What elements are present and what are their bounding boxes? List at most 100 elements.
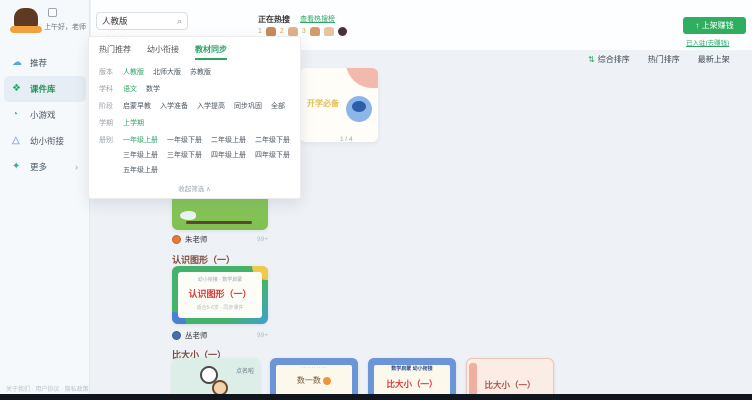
search-icon[interactable]: ⌕ [177,16,182,27]
tab-transition[interactable]: 幼小衔接 [147,44,179,60]
hot-search-label: 正在热搜 [258,14,290,25]
like-count: 99+ [257,236,268,243]
filter-option[interactable]: 苏教版 [190,68,211,78]
filter-option[interactable]: 人教版 [123,68,144,78]
sidebar-item-courseware[interactable]: ❖ 课件库 [4,76,86,102]
sparkle-icon: ✦ [12,162,23,172]
creator-join-link[interactable]: 已入驻(去赚钱) [686,37,729,47]
rank-number: 3 [302,28,306,35]
filter-row-stage: 阶段 启蒙早教 入学准备 入学提高 同步巩固 全部 [99,102,290,112]
filter-option[interactable]: 二年级下册 [255,136,290,146]
filter-row-subject: 学科 语文 数学 [99,85,290,95]
courseware-card-shapes[interactable]: 幼小衔接 · 数学启蒙 认识图形（一） 适合5-6岁 · 同步课件 [172,266,268,324]
search-box[interactable]: ⌕ [96,12,188,30]
filter-row-term: 学期 上学期 [99,119,290,129]
banner-text: 开学必备 [307,98,339,109]
filter-option[interactable]: 四年级上册 [211,151,246,161]
card-label: 点名啦 [236,366,254,375]
filter-option[interactable]: 上学期 [123,119,144,129]
sidebar-nav: ☁ 推荐 ❖ 课件库 ◔ 小游戏 △ 幼小衔接 ✦ 更多 › [4,50,86,180]
sort-newest[interactable]: 最新上架 [698,54,730,65]
card-caption: 丛老师 99+ [172,330,268,341]
filter-label: 册别 [99,136,123,176]
rank-number: 1 [258,28,262,35]
author-avatar[interactable] [172,331,181,340]
filter-label: 学期 [99,119,123,129]
clock-icon: ◔ [12,110,23,120]
filter-row-volume: 册别 一年级上册 一年级下册 二年级上册 二年级下册 三年级上册 三年级下册 四… [99,136,290,176]
filter-option[interactable]: 北师大版 [153,68,181,78]
greeting-text: 上午好，老师 [44,22,86,32]
section-title-shapes: 认识图形（一） [172,253,235,266]
bear-icon [323,377,331,385]
filter-option[interactable]: 启蒙早教 [123,102,151,112]
sidebar-item-label: 课件库 [30,83,56,95]
sidebar: 上午好，老师 ☁ 推荐 ❖ 课件库 ◔ 小游戏 △ 幼小衔接 ✦ 更多 › 关于… [0,0,90,400]
promo-banner[interactable]: 开学必备 [300,68,378,142]
filter-option[interactable]: 语文 [123,85,137,95]
filter-option[interactable]: 三年级下册 [167,151,202,161]
banner-pagination: 1 / 4 [340,136,353,143]
filter-option[interactable]: 入学准备 [160,102,188,112]
banner-decor-pink [346,68,378,88]
sort-label: 综合排序 [598,54,630,65]
bottom-edge-bar [0,394,752,400]
card-main-title: 认识图形（一） [178,287,262,300]
cloud-icon: ☁ [12,58,23,68]
triangle-icon: △ [12,136,23,146]
book-icon: ❖ [12,84,23,94]
filter-dropdown-panel: 热门推荐 幼小衔接 教材同步 版本 人教版 北师大版 苏教版 学科 语文 数学 … [88,36,301,199]
card-main-title: 比大小（一） [374,378,450,390]
hot-search-rank-row[interactable]: 1 2 3 [258,27,347,36]
filter-option[interactable]: 一年级上册 [123,136,158,146]
hot-item-thumb-icon[interactable] [266,27,276,36]
author-avatar[interactable] [172,235,181,244]
hot-item-thumb-icon[interactable] [324,27,334,36]
chevron-right-icon: › [75,162,78,172]
sidebar-footer-links[interactable]: 关于我们 · 用户协议 · 隐私政策 [6,384,89,393]
goose-illustration [180,211,196,220]
sort-bar: ⇅ 综合排序 热门排序 最新上架 [588,54,730,65]
search-input[interactable] [102,16,172,26]
card-sub-text: 适合5-6岁 · 同步课件 [178,304,262,311]
sidebar-item-recommend[interactable]: ☁ 推荐 [4,50,86,76]
tab-textbook-sync[interactable]: 教材同步 [195,44,227,60]
notice-icon[interactable] [48,8,57,17]
filter-label: 学科 [99,85,123,95]
author-name[interactable]: 朱老师 [185,234,208,245]
filter-option[interactable]: 同步巩固 [234,102,262,112]
hot-search-link[interactable]: 查看热搜榜 [300,14,335,24]
app-logo-icon [10,8,44,34]
sidebar-item-label: 小游戏 [30,109,56,121]
sort-comprehensive[interactable]: ⇅ 综合排序 [588,54,630,65]
upload-courseware-button[interactable]: ↑ 上架赚钱 [683,17,746,34]
sidebar-item-transition[interactable]: △ 幼小衔接 [4,128,86,154]
hot-item-thumb-icon[interactable] [288,27,298,36]
card-main-title: 比大小（一） [467,379,553,391]
author-name[interactable]: 丛老师 [185,330,208,341]
filter-option[interactable]: 全部 [271,102,285,112]
filter-option[interactable]: 二年级上册 [211,136,246,146]
sort-icon: ⇅ [588,55,595,64]
filter-option[interactable]: 入学提高 [197,102,225,112]
hot-item-thumb-icon[interactable] [338,27,347,36]
sort-label: 热门排序 [648,54,680,65]
tab-hot[interactable]: 热门推荐 [99,44,131,60]
collapse-filter-button[interactable]: 收起筛选 ∧ [99,183,290,193]
card-dots-text: ·········· [276,365,352,370]
sort-hot[interactable]: 热门排序 [648,54,680,65]
card-main-title: 数一数 [276,375,352,386]
filter-option[interactable]: 三年级上册 [123,151,158,161]
filter-option[interactable]: 数学 [146,85,160,95]
card-caption: 朱老师 99+ [172,234,268,245]
filter-option[interactable]: 四年级下册 [255,151,290,161]
hot-item-thumb-icon[interactable] [310,27,320,36]
filter-option[interactable]: 一年级下册 [167,136,202,146]
filter-option[interactable]: 五年级上册 [123,166,158,176]
sidebar-item-games[interactable]: ◔ 小游戏 [4,102,86,128]
sort-label: 最新上架 [698,54,730,65]
filter-label: 阶段 [99,102,123,112]
sidebar-item-label: 幼小衔接 [30,135,64,147]
sidebar-item-more[interactable]: ✦ 更多 › [4,154,86,180]
banner-decor-ball-core [352,101,366,112]
